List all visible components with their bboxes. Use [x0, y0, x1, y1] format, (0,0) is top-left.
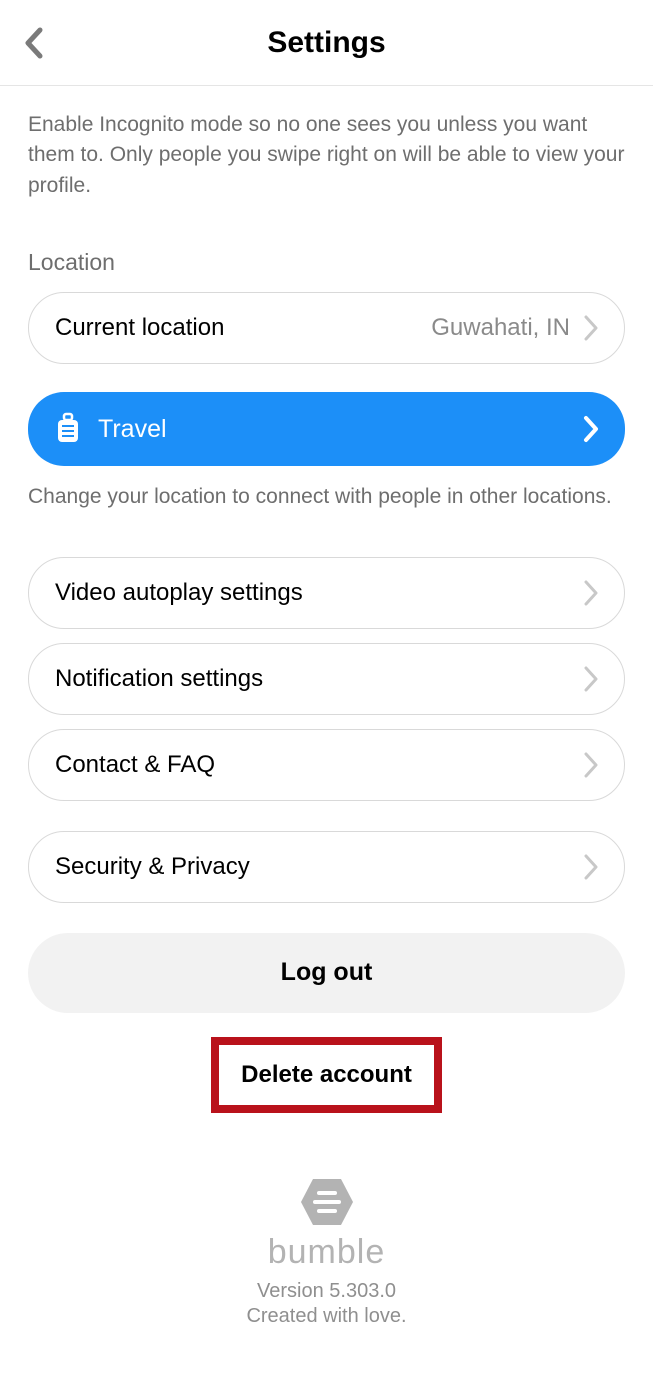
security-privacy-label: Security & Privacy — [55, 853, 584, 881]
chevron-right-icon — [584, 315, 598, 341]
header-bar: Settings — [0, 0, 653, 86]
version-text: Version 5.303.0 — [257, 1280, 396, 1303]
created-text: Created with love. — [246, 1305, 406, 1328]
current-location-row[interactable]: Current location Guwahati, IN — [28, 292, 625, 364]
logout-label: Log out — [281, 958, 373, 987]
notification-settings-label: Notification settings — [55, 665, 584, 693]
chevron-right-icon — [584, 752, 598, 778]
security-privacy-row[interactable]: Security & Privacy — [28, 831, 625, 903]
back-button[interactable] — [22, 26, 44, 60]
contact-faq-label: Contact & FAQ — [55, 751, 584, 779]
location-section-label: Location — [28, 249, 625, 276]
notification-settings-row[interactable]: Notification settings — [28, 643, 625, 715]
video-autoplay-row[interactable]: Video autoplay settings — [28, 557, 625, 629]
delete-account-highlight: Delete account — [28, 1037, 625, 1113]
travel-row[interactable]: Travel — [28, 392, 625, 466]
brand-name: bumble — [268, 1233, 386, 1272]
current-location-label: Current location — [55, 314, 431, 342]
chevron-right-icon — [584, 580, 598, 606]
travel-description: Change your location to connect with peo… — [28, 482, 625, 512]
incognito-description: Enable Incognito mode so no one sees you… — [28, 110, 625, 201]
contact-faq-row[interactable]: Contact & FAQ — [28, 729, 625, 801]
delete-account-label: Delete account — [241, 1061, 412, 1088]
footer: bumble Version 5.303.0 Created with love… — [28, 1177, 625, 1328]
chevron-left-icon — [22, 26, 44, 60]
delete-account-button[interactable]: Delete account — [211, 1037, 442, 1113]
video-autoplay-label: Video autoplay settings — [55, 579, 584, 607]
bumble-logo-icon — [299, 1177, 355, 1227]
chevron-right-icon — [583, 415, 599, 443]
current-location-value: Guwahati, IN — [431, 314, 570, 342]
page-title: Settings — [0, 26, 653, 60]
logout-button[interactable]: Log out — [28, 933, 625, 1013]
chevron-right-icon — [584, 854, 598, 880]
travel-label: Travel — [98, 415, 583, 444]
chevron-right-icon — [584, 666, 598, 692]
luggage-icon — [54, 412, 82, 446]
